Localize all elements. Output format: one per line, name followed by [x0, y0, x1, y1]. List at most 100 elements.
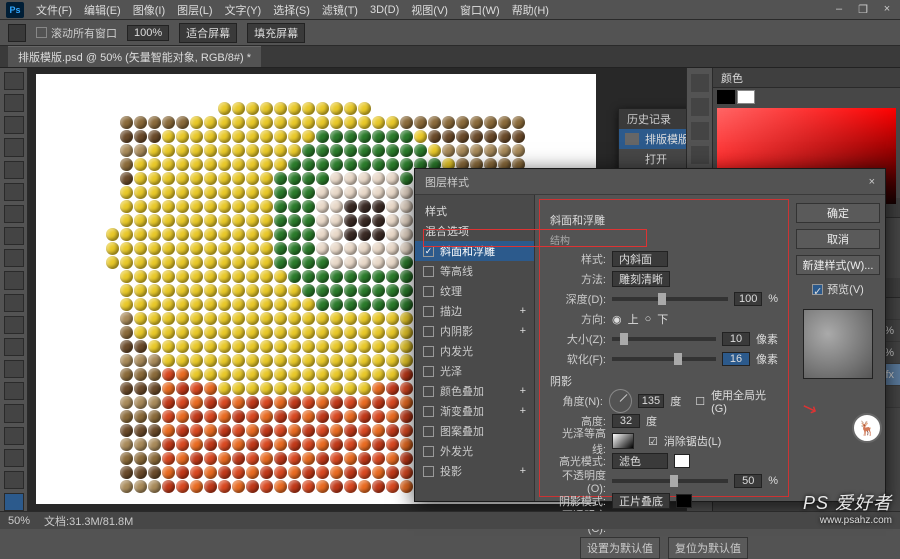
menu-view[interactable]: 视图(V) [411, 2, 448, 18]
cancel-button[interactable]: 取消 [796, 229, 880, 249]
shadow-color[interactable] [676, 494, 692, 508]
options-bar: 滚动所有窗口 100% 适合屏幕 填充屏幕 [0, 20, 900, 46]
ok-button[interactable]: 确定 [796, 203, 880, 223]
history-brush-tool[interactable] [4, 271, 24, 289]
depth-value[interactable]: 100 [734, 292, 762, 306]
move-tool[interactable] [4, 72, 24, 90]
shadow-mode-select[interactable]: 正片叠底 [612, 493, 670, 509]
highlight-opacity-slider[interactable] [612, 479, 728, 483]
style-item[interactable]: 纹理 [415, 281, 534, 301]
restore-button[interactable]: ❐ [856, 3, 870, 16]
styles-header: 样式 [415, 201, 534, 221]
eraser-tool[interactable] [4, 294, 24, 312]
gradient-tool[interactable] [4, 316, 24, 334]
path-tool[interactable] [4, 427, 24, 445]
shape-tool[interactable] [4, 449, 24, 467]
highlight-color[interactable] [674, 454, 690, 468]
dialog-buttons: 确定 取消 新建样式(W)... ✓预览(V) [791, 195, 885, 501]
paragraph-icon[interactable] [691, 74, 709, 92]
menu-file[interactable]: 文件(F) [36, 2, 72, 18]
marquee-tool[interactable] [4, 94, 24, 112]
depth-slider[interactable] [612, 297, 728, 301]
app-logo: Ps [6, 2, 24, 18]
pen-tool[interactable] [4, 382, 24, 400]
type-tool[interactable] [4, 404, 24, 422]
style-item[interactable]: 内发光 [415, 341, 534, 361]
minimize-button[interactable]: – [832, 3, 846, 16]
scroll-all-checkbox[interactable]: 滚动所有窗口 [36, 25, 117, 41]
history-item[interactable]: 排版模版.psd [619, 129, 686, 149]
size-value[interactable]: 10 [722, 332, 750, 346]
brush-tool[interactable] [4, 227, 24, 245]
fit-screen-button[interactable]: 适合屏幕 [179, 23, 237, 43]
dialog-title: 图层样式 [425, 174, 469, 190]
menu-edit[interactable]: 编辑(E) [84, 2, 121, 18]
annotation-highlight [423, 229, 647, 247]
color-panel-title[interactable]: 颜色 [713, 68, 900, 88]
size-slider[interactable] [612, 337, 716, 341]
new-style-button[interactable]: 新建样式(W)... [796, 255, 880, 275]
window-controls: – ❐ × [832, 3, 894, 16]
menu-3d[interactable]: 3D(D) [370, 4, 399, 16]
section-title: 斜面和浮雕 [550, 212, 778, 228]
status-zoom[interactable]: 50% [8, 515, 30, 527]
brush-preset-icon[interactable] [691, 122, 709, 140]
highlight-mode-select[interactable]: 滤色 [612, 453, 668, 469]
style-item[interactable]: 外发光 [415, 441, 534, 461]
blur-tool[interactable] [4, 338, 24, 356]
status-docsize: 文档:31.3M/81.8M [44, 513, 133, 529]
preview-swatch [803, 309, 873, 379]
character-icon[interactable] [691, 98, 709, 116]
document-tabs: 排版模版.psd @ 50% (矢量智能对象, RGB/8#) * [0, 46, 900, 68]
wand-tool[interactable] [4, 138, 24, 156]
crop-tool[interactable] [4, 161, 24, 179]
zoom-level-box[interactable]: 100% [127, 25, 169, 41]
menu-type[interactable]: 文字(Y) [225, 2, 262, 18]
history-title: 历史记录 [619, 109, 686, 129]
dialog-close-button[interactable]: × [869, 176, 875, 188]
dodge-tool[interactable] [4, 360, 24, 378]
style-item[interactable]: 光泽 [415, 361, 534, 381]
menu-image[interactable]: 图像(I) [133, 2, 165, 18]
dialog-titlebar[interactable]: 图层样式 × [415, 169, 885, 195]
bevel-method-select[interactable]: 雕刻清晰 [612, 271, 670, 287]
gloss-contour[interactable] [612, 433, 634, 449]
toolbox [0, 68, 28, 511]
soften-slider[interactable] [612, 357, 716, 361]
hand-tool[interactable] [4, 471, 24, 489]
menu-help[interactable]: 帮助(H) [512, 2, 549, 18]
set-default-button[interactable]: 设置为默认值 [580, 537, 660, 559]
style-item[interactable]: 图案叠加 [415, 421, 534, 441]
menu-filter[interactable]: 滤镜(T) [322, 2, 358, 18]
menu-layer[interactable]: 图层(L) [177, 2, 212, 18]
zoom-tool[interactable] [4, 493, 24, 511]
watermark: PS 爱好者 www.psahz.com [803, 489, 892, 526]
stamp-tool[interactable] [4, 249, 24, 267]
zoom-tool-icon [8, 24, 26, 42]
angle-dial[interactable] [609, 389, 632, 413]
style-item[interactable]: 描边+ [415, 301, 534, 321]
style-item[interactable]: 颜色叠加+ [415, 381, 534, 401]
tutorial-logo-badge: 🦌 [852, 413, 882, 443]
eyedrop-tool[interactable] [4, 183, 24, 201]
heal-tool[interactable] [4, 205, 24, 223]
preview-checkbox[interactable]: ✓预览(V) [812, 281, 864, 297]
history-item[interactable]: 打开 [619, 149, 686, 169]
style-item[interactable]: 等高线 [415, 261, 534, 281]
fill-screen-button[interactable]: 填充屏幕 [247, 23, 305, 43]
soften-value[interactable]: 16 [722, 352, 750, 366]
status-bar: 50% 文档:31.3M/81.8M [0, 511, 900, 529]
clone-source-icon[interactable] [691, 146, 709, 164]
layer-style-dialog[interactable]: 图层样式 × 样式 混合选项 ✓斜面和浮雕等高线纹理描边+内阴影+内发光光泽颜色… [414, 168, 886, 502]
menubar: Ps 文件(F) 编辑(E) 图像(I) 图层(L) 文字(Y) 选择(S) 滤… [0, 0, 900, 20]
style-item[interactable]: 渐变叠加+ [415, 401, 534, 421]
document-tab[interactable]: 排版模版.psd @ 50% (矢量智能对象, RGB/8#) * [8, 46, 261, 67]
style-item[interactable]: 投影+ [415, 461, 534, 481]
style-item[interactable]: 内阴影+ [415, 321, 534, 341]
close-button[interactable]: × [880, 3, 894, 16]
reset-default-button[interactable]: 复位为默认值 [668, 537, 748, 559]
bevel-style-select[interactable]: 内斜面 [612, 251, 668, 267]
menu-select[interactable]: 选择(S) [273, 2, 310, 18]
lasso-tool[interactable] [4, 116, 24, 134]
menu-window[interactable]: 窗口(W) [460, 2, 500, 18]
